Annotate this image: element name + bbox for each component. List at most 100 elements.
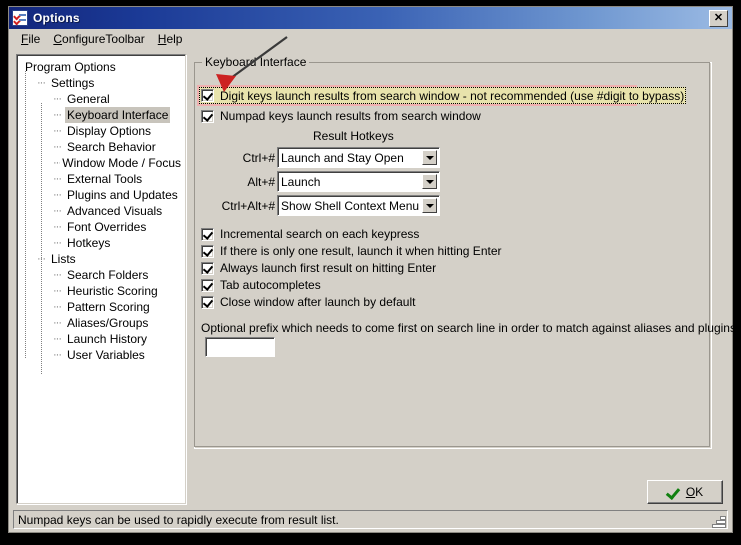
tree-item-plugins-and-updates[interactable]: ··· Plugins and Updates	[21, 187, 183, 203]
tree-item-general[interactable]: ··· General	[21, 91, 183, 107]
hotkey-row-alt: Alt+# Launch	[221, 171, 440, 192]
settings-tree[interactable]: Program Options ··· Settings ··· General ··· K…	[16, 54, 186, 504]
checkbox-if-there-is-only-one-result-launch-it-wh[interactable]: If there is only one result, launch it w…	[201, 243, 502, 259]
tree-connector-icon: ···	[53, 109, 62, 121]
tree-item-label: Display Options	[67, 124, 152, 138]
tree-connector-icon: ···	[53, 93, 62, 105]
tree-item-launch-history[interactable]: ··· Launch History	[21, 331, 183, 347]
options-checklist-icon	[12, 10, 28, 26]
tree-item-label: Lists	[51, 252, 76, 266]
checkbox-box-icon[interactable]	[201, 244, 214, 258]
tree-item-lists[interactable]: ···Lists	[21, 251, 183, 267]
tree-item-label: General	[67, 92, 110, 106]
tree-item-heuristic-scoring[interactable]: ··· Heuristic Scoring	[21, 283, 183, 299]
tree-item-label: Aliases/Groups	[67, 316, 149, 330]
tree-item-label: Keyboard Interface	[65, 107, 171, 123]
tree-item-external-tools[interactable]: ··· External Tools	[21, 171, 183, 187]
tree-item-label: Search Folders	[67, 268, 149, 282]
tree-item-advanced-visuals[interactable]: ··· Advanced Visuals	[21, 203, 183, 219]
menu-item-file[interactable]: File	[15, 30, 47, 48]
tree-item-settings[interactable]: ··· Settings	[21, 75, 183, 91]
hotkey-combo-ctrl-alt[interactable]: Show Shell Context Menu	[277, 195, 440, 216]
checkbox-label: Tab autocompletes	[220, 278, 321, 292]
tree-connector-icon: ···	[53, 173, 62, 185]
tree-item-label: Launch History	[67, 332, 148, 346]
hotkey-label-alt: Alt+#	[247, 174, 275, 189]
tree-item-label: Window Mode / Focus	[62, 156, 181, 170]
chevron-down-icon[interactable]	[422, 150, 437, 165]
tree-connector-icon: ···	[53, 333, 62, 345]
options-window: Options ✕ File ConfigureToolbar Help Pro…	[8, 6, 739, 533]
tree-item-font-overrides[interactable]: ··· Font Overrides	[21, 219, 183, 235]
tree-item-window-mode-focus[interactable]: ··· Window Mode / Focus	[21, 155, 183, 171]
combo-value: Launch	[281, 174, 321, 189]
checkbox-digit-keys[interactable]: Digit keys launch results from search wi…	[199, 87, 687, 104]
tree-connector-icon: ···	[53, 205, 62, 217]
chevron-down-icon[interactable]	[422, 174, 437, 189]
checkbox-incremental-search-on-each-keypress[interactable]: Incremental search on each keypress	[201, 226, 419, 242]
hotkey-combo-ctrl[interactable]: Launch and Stay Open	[277, 147, 440, 168]
menu-item-help[interactable]: Help	[152, 30, 190, 48]
checkbox-box-icon[interactable]	[201, 109, 214, 123]
tree-connector-icon: ···	[53, 141, 62, 153]
prefix-label: Optional prefix which needs to come firs…	[201, 321, 740, 335]
checkbox-box-icon[interactable]	[201, 295, 214, 309]
checkbox-tab-autocompletes[interactable]: Tab autocompletes	[201, 277, 321, 293]
tree-item-pattern-scoring[interactable]: ··· Pattern Scoring	[21, 299, 183, 315]
tree-item-label: Search Behavior	[67, 140, 156, 154]
tree-item-program-options[interactable]: Program Options	[21, 59, 183, 75]
tree-item-label: Plugins and Updates	[67, 188, 178, 202]
tree-item-keyboard-interface[interactable]: ··· Keyboard Interface	[21, 107, 183, 123]
tree-guide-line	[25, 71, 26, 359]
chevron-down-icon[interactable]	[422, 198, 437, 213]
ok-button-label: OK	[685, 485, 704, 499]
green-check-icon	[667, 487, 680, 498]
settings-panel: Keyboard Interface Digit keys launch res…	[194, 54, 739, 532]
checkbox-box-icon[interactable]	[201, 89, 214, 102]
tree-connector-icon: ···	[53, 189, 62, 201]
close-icon[interactable]: ✕	[709, 9, 728, 27]
tree-connector-icon: ···	[53, 221, 62, 233]
window-body: Program Options ··· Settings ··· General ··· K…	[9, 50, 739, 532]
tree-connector-icon: ···	[53, 285, 62, 297]
hotkey-combo-alt[interactable]: Launch	[277, 171, 440, 192]
tree-connector-icon: ···	[53, 125, 62, 137]
tree-item-label: Advanced Visuals	[67, 204, 163, 218]
tree-item-label: Heuristic Scoring	[67, 284, 158, 298]
tree-item-label: Program Options	[25, 60, 116, 74]
ok-button[interactable]: OK	[647, 480, 723, 504]
tree-item-display-options[interactable]: ··· Display Options	[21, 123, 183, 139]
checkbox-always-launch-first-result-on-hitting-en[interactable]: Always launch first result on hitting En…	[201, 260, 436, 276]
tree-item-label: External Tools	[67, 172, 143, 186]
checkbox-label: Always launch first result on hitting En…	[220, 261, 437, 275]
checkbox-box-icon[interactable]	[201, 278, 214, 292]
hotkey-row-ctrl: Ctrl+# Launch and Stay Open	[221, 147, 440, 168]
checkbox-label: Digit keys launch results from search wi…	[220, 88, 685, 103]
window-title: Options	[33, 11, 80, 25]
combo-value: Launch and Stay Open	[281, 150, 404, 165]
tree-item-search-folders[interactable]: ··· Search Folders	[21, 267, 183, 283]
hotkey-label-ctrl-alt: Ctrl+Alt+#	[221, 198, 275, 213]
status-bar-text: Numpad keys can be used to rapidly execu…	[18, 512, 339, 527]
tree-connector-icon: ···	[53, 237, 62, 249]
tree-item-aliases-groups[interactable]: ··· Aliases/Groups	[21, 315, 183, 331]
resize-grip[interactable]	[711, 513, 725, 527]
checkbox-box-icon[interactable]	[201, 227, 214, 241]
tree-connector-icon: ···	[53, 157, 61, 169]
hotkey-label-ctrl: Ctrl+#	[242, 150, 275, 165]
tree-item-label: Font Overrides	[67, 220, 147, 234]
menu-item-configuretoolbar[interactable]: ConfigureToolbar	[47, 30, 151, 48]
tree-item-user-variables[interactable]: ··· User Variables	[21, 347, 183, 363]
checkbox-label: Close window after launch by default	[220, 295, 416, 309]
tree-guide-line	[41, 103, 42, 375]
tree-item-search-behavior[interactable]: ··· Search Behavior	[21, 139, 183, 155]
tree-item-label: Hotkeys	[67, 236, 111, 250]
checkbox-box-icon[interactable]	[201, 261, 214, 275]
tree-item-label: Pattern Scoring	[67, 300, 150, 314]
checkbox-close-window-after-launch-by-default[interactable]: Close window after launch by default	[201, 294, 415, 310]
tree-connector-icon: ···	[53, 301, 62, 313]
prefix-input[interactable]	[205, 337, 275, 357]
tree-item-hotkeys[interactable]: ··· Hotkeys	[21, 235, 183, 251]
checkbox-numpad-keys[interactable]: Numpad keys launch results from search w…	[201, 108, 481, 124]
desktop-background: Options ✕ File ConfigureToolbar Help Pro…	[0, 0, 741, 545]
